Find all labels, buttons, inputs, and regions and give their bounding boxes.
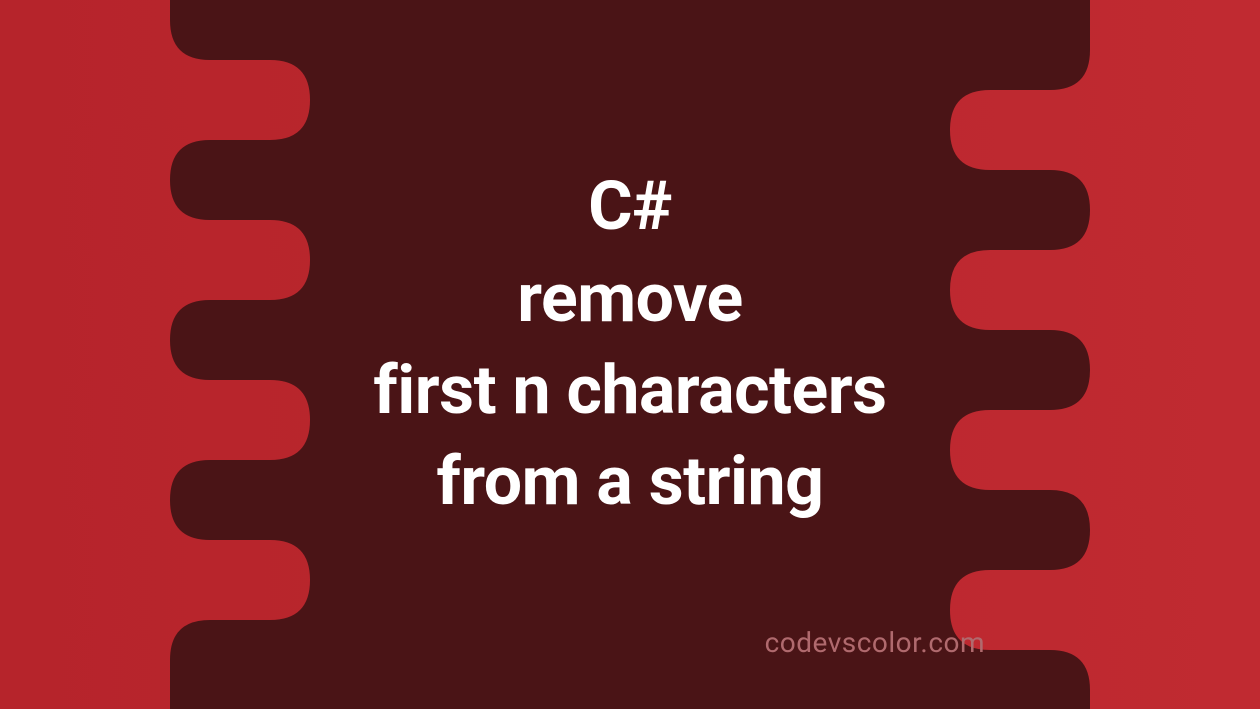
title-line-1: C# — [373, 161, 886, 253]
title: C# remove first n characters from a stri… — [373, 161, 886, 528]
title-line-4: from a string — [373, 436, 886, 528]
title-line-3: first n characters — [373, 345, 886, 437]
site-watermark: codevscolor.com — [765, 626, 985, 659]
title-line-2: remove — [373, 253, 886, 345]
content-area: C# remove first n characters from a stri… — [0, 0, 1260, 709]
